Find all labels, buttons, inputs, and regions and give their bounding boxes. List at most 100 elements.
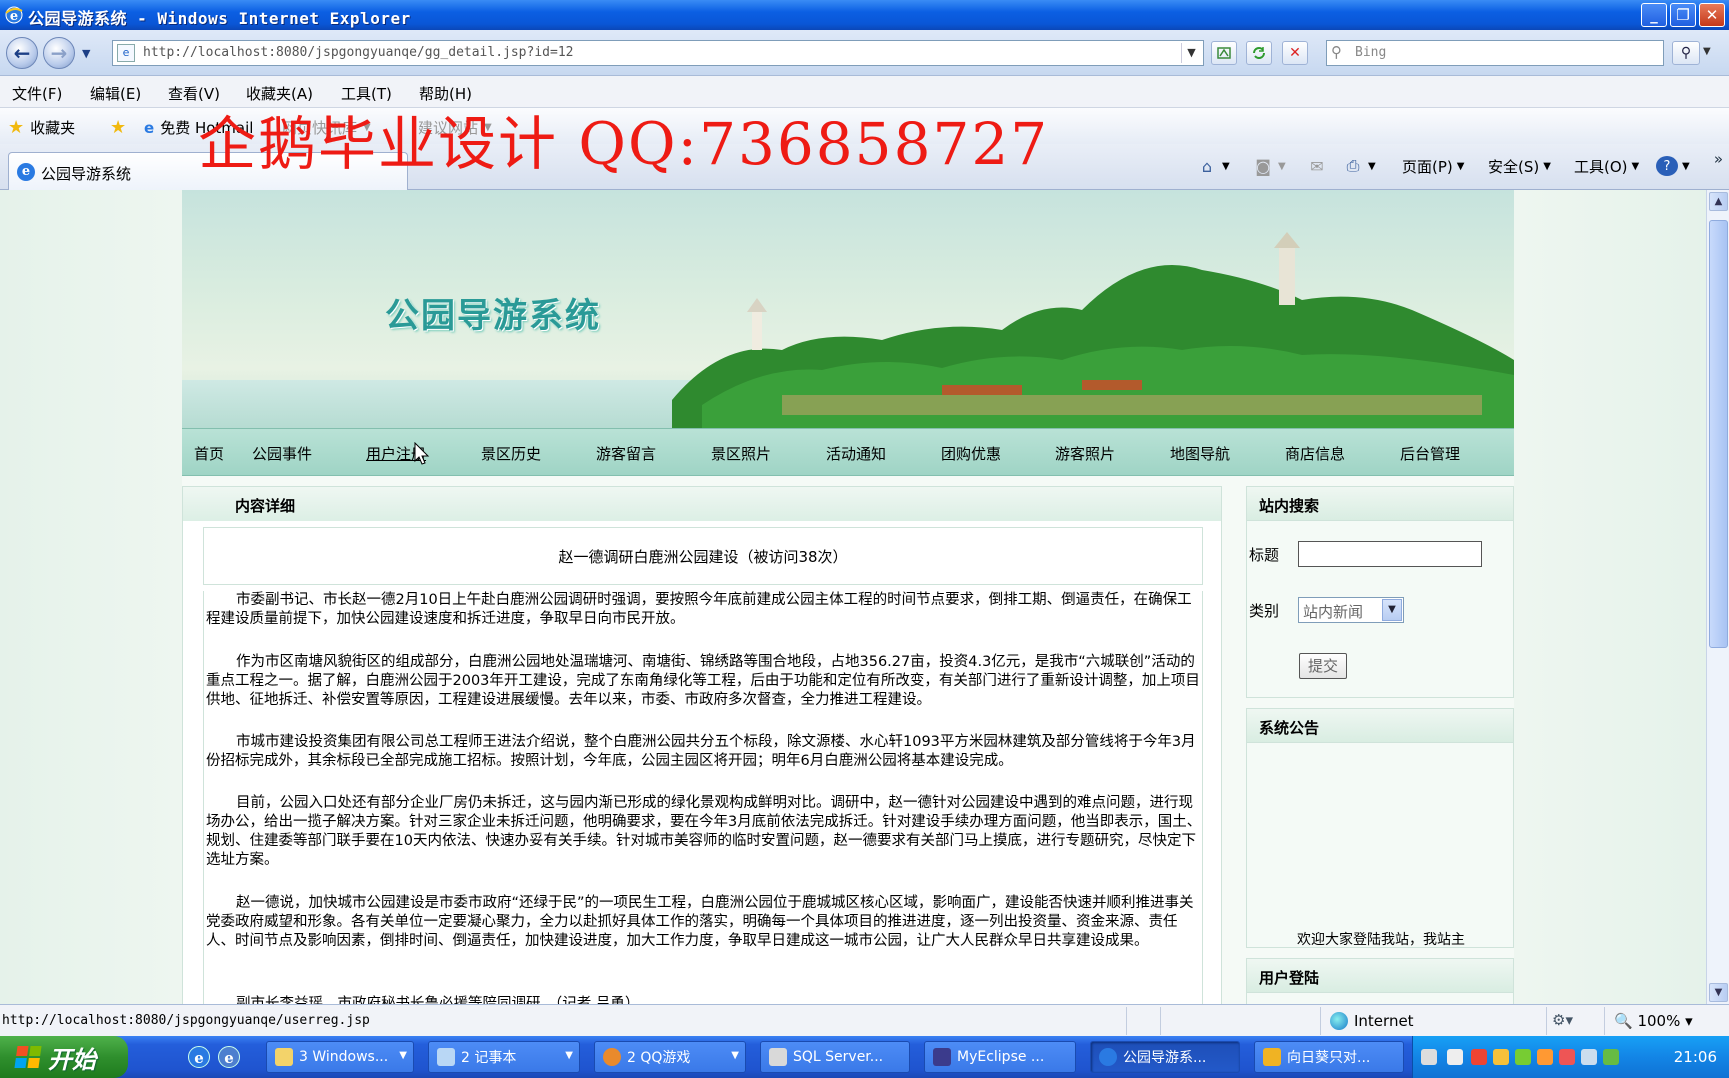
start-button[interactable]: 开始 [0, 1036, 128, 1078]
search-icon: ⚲ [1331, 43, 1342, 61]
security-zone[interactable]: Internet [1330, 1012, 1414, 1030]
title-search-input[interactable] [1298, 541, 1482, 567]
minimize-button[interactable]: _ [1641, 3, 1667, 27]
chevron-down-icon[interactable]: ▼ [1382, 599, 1402, 621]
compatibility-view-icon[interactable] [1211, 41, 1237, 65]
menu-file[interactable]: 文件(F) [12, 83, 62, 104]
user-login-header: 用户登陆 [1247, 959, 1513, 993]
category-select[interactable]: 站内新闻 ▼ [1298, 597, 1404, 623]
tab-title: 公园导游系统 [41, 165, 132, 183]
tray-expand-icon[interactable] [1447, 1049, 1463, 1065]
scroll-down-icon[interactable]: ▼ [1709, 983, 1728, 1002]
site-search-title: 站内搜索 [1259, 497, 1320, 515]
tray-app-icon[interactable] [1603, 1049, 1619, 1065]
scrollbar-thumb[interactable] [1709, 220, 1728, 648]
favorites-star-icon: ★ [8, 117, 25, 138]
tray-network-icon[interactable] [1581, 1049, 1597, 1065]
myeclipse-icon [933, 1048, 951, 1066]
task-myeclipse[interactable]: MyEclipse ... [924, 1041, 1076, 1073]
windows-flag-icon [14, 1046, 42, 1068]
sunflower-icon [1263, 1048, 1281, 1066]
favorites-button[interactable]: ★ 收藏夹 [8, 117, 75, 138]
user-login-title: 用户登陆 [1259, 969, 1320, 987]
tray-app-icon[interactable] [1471, 1049, 1487, 1065]
task-ie-active[interactable]: 公园导游系... [1090, 1041, 1240, 1073]
web-viewport: 公园导游系统 首页 公园事件 用户注册 景区历史 游客留言 景区照片 活动通知 … [0, 190, 1706, 1004]
stop-icon[interactable]: ✕ [1282, 41, 1308, 65]
page-menu-label: 页面(P) [1402, 158, 1453, 176]
article-paragraph: 目前，公园入口处还有部分企业厂房仍未拆迁，这与园内渐已形成的绿化景观构成鲜明对比… [206, 795, 1202, 868]
quicklaunch-desktop-icon[interactable]: e [218, 1046, 240, 1068]
history-dropdown-icon[interactable]: ▼ [82, 47, 90, 60]
quicklaunch-ie-icon[interactable]: e [188, 1046, 210, 1068]
restore-button[interactable]: ❐ [1670, 3, 1696, 27]
site-search-header: 站内搜索 [1247, 487, 1513, 521]
ie-page-icon: e [144, 118, 155, 137]
article-body: 市委副书记、市长赵一德2月10日上午赴白鹿洲公园调研时强调，要按照今年底前建成公… [203, 591, 1203, 1004]
close-button[interactable]: ✕ [1699, 3, 1725, 27]
category-label: 类别 [1249, 602, 1280, 620]
feeds-button[interactable]: ◙ ▼ [1252, 156, 1285, 176]
task-label: 3 Windows... [299, 1049, 389, 1065]
zoom-level[interactable]: 🔍 100% ▾ [1614, 1012, 1693, 1030]
ie-icon: e [4, 5, 24, 25]
page-menu[interactable]: 页面(P) ▼ [1402, 156, 1464, 177]
menu-edit[interactable]: 编辑(E) [90, 83, 141, 104]
favorites-label: 收藏夹 [30, 119, 76, 137]
article-paragraph: 市委副书记、市长赵一德2月10日上午赴白鹿洲公园调研时强调，要按照今年底前建成公… [206, 592, 1192, 627]
system-notice-header: 系统公告 [1247, 709, 1513, 743]
mail-button[interactable]: ✉ [1306, 156, 1328, 176]
task-label: 2 QQ游戏 [627, 1050, 691, 1066]
content-panel: 内容详细 赵一德调研白鹿洲公园建设（被访问38次） 市委副书记、市长赵一德2月1… [182, 486, 1222, 1004]
address-bar[interactable]: e http://localhost:8080/jspgongyuanqe/gg… [112, 40, 1204, 66]
back-button[interactable]: ← [6, 37, 38, 69]
home-button[interactable]: ⌂ ▼ [1196, 156, 1230, 176]
safety-menu[interactable]: 安全(S) ▼ [1488, 156, 1551, 177]
help-button[interactable]: ? ▼ [1656, 156, 1690, 176]
menu-favorites[interactable]: 收藏夹(A) [246, 83, 313, 104]
tray-app-icon[interactable] [1515, 1049, 1531, 1065]
tools-menu[interactable]: 工具(O) ▼ [1574, 156, 1639, 177]
search-box[interactable]: ⚲ Bing [1326, 40, 1664, 66]
task-qq-game[interactable]: 2 QQ游戏 ▼ [594, 1041, 746, 1073]
article-title: 赵一德调研白鹿洲公园建设（被访问38次） [558, 548, 848, 566]
status-bar: http://localhost:8080/jspgongyuanqe/user… [0, 1004, 1729, 1036]
system-notice-panel: 系统公告 欢迎大家登陆我站，我站主 [1246, 708, 1514, 948]
menu-tools[interactable]: 工具(T) [341, 83, 392, 104]
watermark-text: 企鹅毕业设计 QQ:736858727 [198, 110, 1050, 178]
qq-game-icon [603, 1048, 621, 1066]
scroll-up-icon[interactable]: ▲ [1709, 192, 1728, 211]
site-body: 内容详细 赵一德调研白鹿洲公园建设（被访问38次） 市委副书记、市长赵一德2月1… [182, 190, 1514, 1004]
category-selected-value: 站内新闻 [1303, 603, 1364, 621]
notepad-icon [437, 1048, 455, 1066]
task-sql-server[interactable]: SQL Server... [760, 1041, 910, 1073]
search-submit-button[interactable]: 提交 [1299, 653, 1347, 679]
content-header: 内容详细 [183, 487, 1221, 521]
sql-server-icon [769, 1048, 787, 1066]
tray-qq-icon[interactable] [1493, 1049, 1509, 1065]
more-commands-icon[interactable]: » [1714, 150, 1723, 168]
address-url[interactable]: http://localhost:8080/jspgongyuanqe/gg_d… [143, 45, 573, 60]
search-placeholder: Bing [1355, 45, 1387, 60]
tray-app-icon[interactable] [1559, 1049, 1575, 1065]
protected-mode-icon[interactable]: ⚙▾ [1552, 1011, 1573, 1029]
address-toolbar: ← → ▼ e http://localhost:8080/jspgongyua… [0, 30, 1729, 76]
menu-view[interactable]: 查看(V) [168, 83, 220, 104]
task-notepad[interactable]: 2 记事本 ▼ [428, 1041, 580, 1073]
window-titlebar: e 公园导游系统 - Windows Internet Explorer _ ❐… [0, 0, 1729, 30]
menu-help[interactable]: 帮助(H) [419, 83, 472, 104]
search-go-button[interactable]: ⚲ [1672, 41, 1700, 65]
print-button[interactable]: ⎙ ▼ [1342, 156, 1376, 176]
globe-icon [1330, 1012, 1348, 1030]
add-favorite-button[interactable]: ★ [110, 117, 126, 138]
tray-app-icon[interactable] [1537, 1049, 1553, 1065]
task-windows-explorer[interactable]: 3 Windows... ▼ [266, 1041, 414, 1073]
address-dropdown-icon[interactable]: ▼ [1181, 43, 1201, 63]
forward-button[interactable]: → [43, 37, 75, 69]
refresh-icon[interactable] [1246, 41, 1272, 65]
vertical-scrollbar[interactable]: ▲ ▼ [1706, 190, 1729, 1004]
search-options-icon[interactable]: ▼ [1703, 46, 1711, 57]
keyboard-icon[interactable] [1421, 1049, 1437, 1065]
task-sunflower[interactable]: 向日葵只对... [1254, 1041, 1404, 1073]
article-paragraph: 赵一德说，加快城市公园建设是市委市政府“还绿于民”的一项民生工程，白鹿洲公园位于… [206, 895, 1194, 949]
